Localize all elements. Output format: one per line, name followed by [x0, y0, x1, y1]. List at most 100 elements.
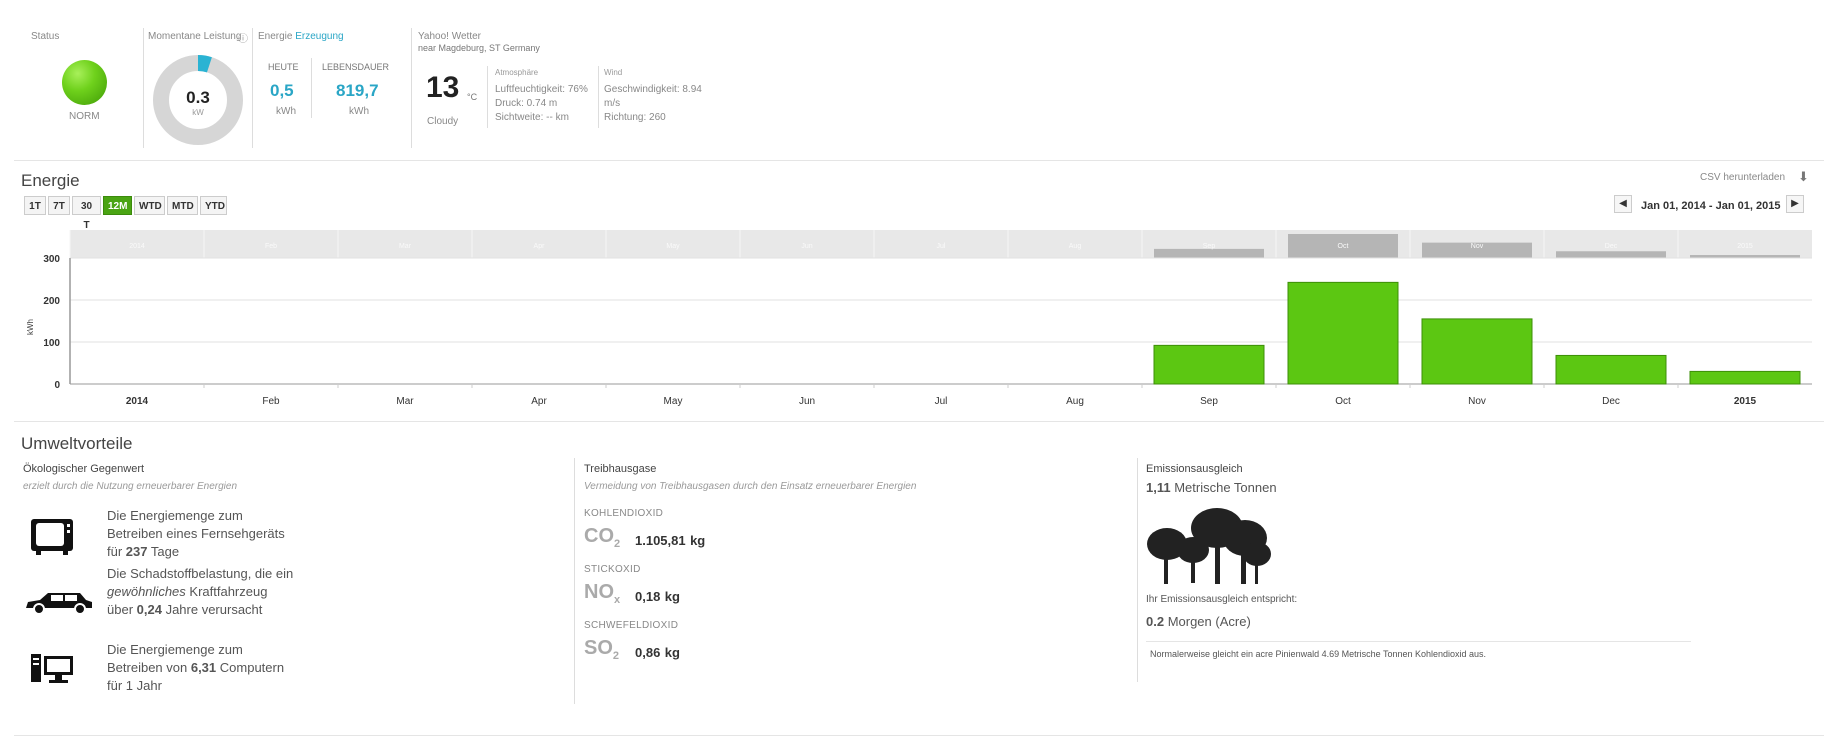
overview-label: Jun	[801, 243, 812, 250]
x-tick-label: 2015	[1734, 396, 1757, 407]
emission-equiv-label: Ihr Emissionsausgleich entspricht:	[1146, 594, 1298, 605]
energy-title-link[interactable]: Erzeugung	[295, 31, 343, 42]
co2-formula: CO2	[584, 525, 621, 550]
x-tick-label: 2014	[126, 396, 149, 407]
bar	[1421, 318, 1533, 385]
overview-label: Oct	[1338, 243, 1349, 250]
x-tick-label: Oct	[1335, 396, 1351, 407]
overview-bar	[1556, 251, 1666, 258]
car-icon	[26, 593, 92, 615]
today-unit: kWh	[276, 106, 296, 117]
eco-title: Ökologischer Gegenwert	[23, 463, 145, 475]
range-button-ytd[interactable]: YTD	[200, 196, 227, 215]
x-tick-label: Mar	[396, 396, 414, 407]
emission-note: Normalerweise gleicht ein acre Pinienwal…	[1150, 649, 1487, 659]
overview-label: Feb	[265, 243, 277, 250]
nox-value: 0,18 kg	[635, 589, 680, 604]
overview-label: Sep	[1203, 243, 1216, 250]
x-tick-label: Jun	[799, 396, 815, 407]
download-icon[interactable]: ⬇	[1798, 169, 1809, 185]
x-tick-label: Aug	[1066, 396, 1084, 407]
x-tick-label: May	[664, 396, 683, 407]
bar	[1153, 344, 1265, 385]
nox-formula: NOx	[584, 581, 621, 606]
overview-label: 2015	[1737, 243, 1753, 250]
today-label: HEUTE	[268, 62, 299, 72]
today-value: 0,5	[270, 81, 294, 100]
overview-label: Nov	[1471, 243, 1484, 250]
trees-icon	[1147, 508, 1271, 584]
eco-computer-text: Die Energiemenge zum Betreiben von 6,31 …	[107, 642, 285, 693]
overview-label: 2014	[129, 243, 145, 250]
gas-subtitle: Vermeidung von Treibhausgasen durch den …	[584, 481, 917, 492]
overview-label: Dec	[1605, 243, 1618, 250]
emission-title: Emissionsausgleich	[1146, 463, 1243, 475]
energy-title-prefix: Energie	[258, 31, 293, 42]
so2-formula: SO2	[584, 637, 620, 662]
x-tick-label: Dec	[1602, 396, 1620, 407]
range-button-1t[interactable]: 1T	[24, 196, 46, 215]
eco-subtitle: erzielt durch die Nutzung erneuerbarer E…	[23, 481, 238, 492]
range-button-7t[interactable]: 7T	[48, 196, 70, 215]
range-button-wtd[interactable]: WTD	[134, 196, 165, 215]
y-axis-label: kWh	[26, 319, 35, 335]
lifetime-unit: kWh	[349, 106, 369, 117]
so2-name: SCHWEFELDIOXID	[584, 620, 679, 631]
eco-tv-text: Die Energiemenge zum Betreiben eines Fer…	[107, 508, 285, 559]
range-button-12m[interactable]: 12M	[103, 196, 132, 215]
wind-speed: Geschwindigkeit: 8.94	[604, 84, 702, 95]
overview-label: May	[666, 243, 680, 250]
visibility: Sichtweite: -- km	[495, 112, 569, 123]
weather-condition: Cloudy	[427, 116, 459, 127]
x-tick-label: Jul	[935, 396, 948, 407]
overview-label: Jul	[937, 243, 946, 250]
emission-amount: 1,11 Metrische Tonnen	[1146, 480, 1277, 495]
csv-download-link[interactable]: CSV herunterladen	[1700, 172, 1785, 183]
y-tick-label: 0	[54, 380, 60, 391]
power-title: Momentane Leistung	[148, 31, 242, 42]
wind-title: Wind	[604, 68, 623, 77]
y-tick-label: 300	[43, 254, 60, 265]
atmo-title: Atmosphäre	[495, 68, 539, 77]
weather-temp: 13	[426, 71, 460, 104]
energy-title: Energie Erzeugung	[258, 31, 344, 42]
power-unit: kW	[192, 108, 204, 117]
wind-direction: Richtung: 260	[604, 112, 666, 123]
next-range-button[interactable]: ▶	[1786, 195, 1804, 213]
bar	[1287, 281, 1399, 385]
range-button-mtd[interactable]: MTD	[167, 196, 198, 215]
weather-temp-unit: °C	[467, 92, 478, 102]
bar	[1689, 370, 1801, 385]
info-icon[interactable]: ⓘ	[238, 30, 248, 45]
computer-icon	[31, 654, 73, 683]
weather-location: near Magdeburg, ST Germany	[418, 43, 540, 53]
date-range: Jan 01, 2014 - Jan 01, 2015	[1641, 200, 1781, 212]
overview-label: Apr	[534, 243, 546, 250]
energie-title: Energie	[21, 171, 80, 190]
x-tick-label: Apr	[531, 396, 547, 407]
y-tick-label: 100	[43, 338, 60, 349]
status-indicator	[62, 60, 107, 105]
emission-acre: 0.2 Morgen (Acre)	[1146, 614, 1251, 629]
x-tick-label: Nov	[1468, 396, 1486, 407]
co2-value: 1.105,81 kg	[635, 533, 706, 548]
tv-icon	[31, 519, 73, 555]
nox-name: STICKOXID	[584, 564, 641, 575]
weather-title: Yahoo! Wetter	[418, 31, 481, 42]
y-tick-label: 200	[43, 296, 60, 307]
energy-chart: 2014 Feb Mar Apr May Jun Jul Aug Sep Oct Nov Dec 201…	[26, 230, 1812, 407]
so2-value: 0,86 kg	[635, 645, 680, 660]
umwelt-title: Umweltvorteile	[21, 434, 133, 453]
x-tick-label: Feb	[262, 396, 280, 407]
overview-label: Aug	[1069, 243, 1082, 250]
co2-name: KOHLENDIOXID	[584, 508, 664, 519]
bar	[1555, 354, 1667, 385]
pressure: Druck: 0.74 m	[495, 98, 558, 109]
humidity: Luftfeuchtigkeit: 76%	[495, 84, 588, 95]
overview-bar	[1154, 248, 1264, 258]
power-value: 0.3	[186, 88, 210, 107]
range-button-30t[interactable]: 30 T	[72, 196, 101, 231]
prev-range-button[interactable]: ◀	[1614, 195, 1632, 213]
x-tick-label: Sep	[1200, 396, 1218, 407]
overview-label: Mar	[399, 243, 412, 250]
